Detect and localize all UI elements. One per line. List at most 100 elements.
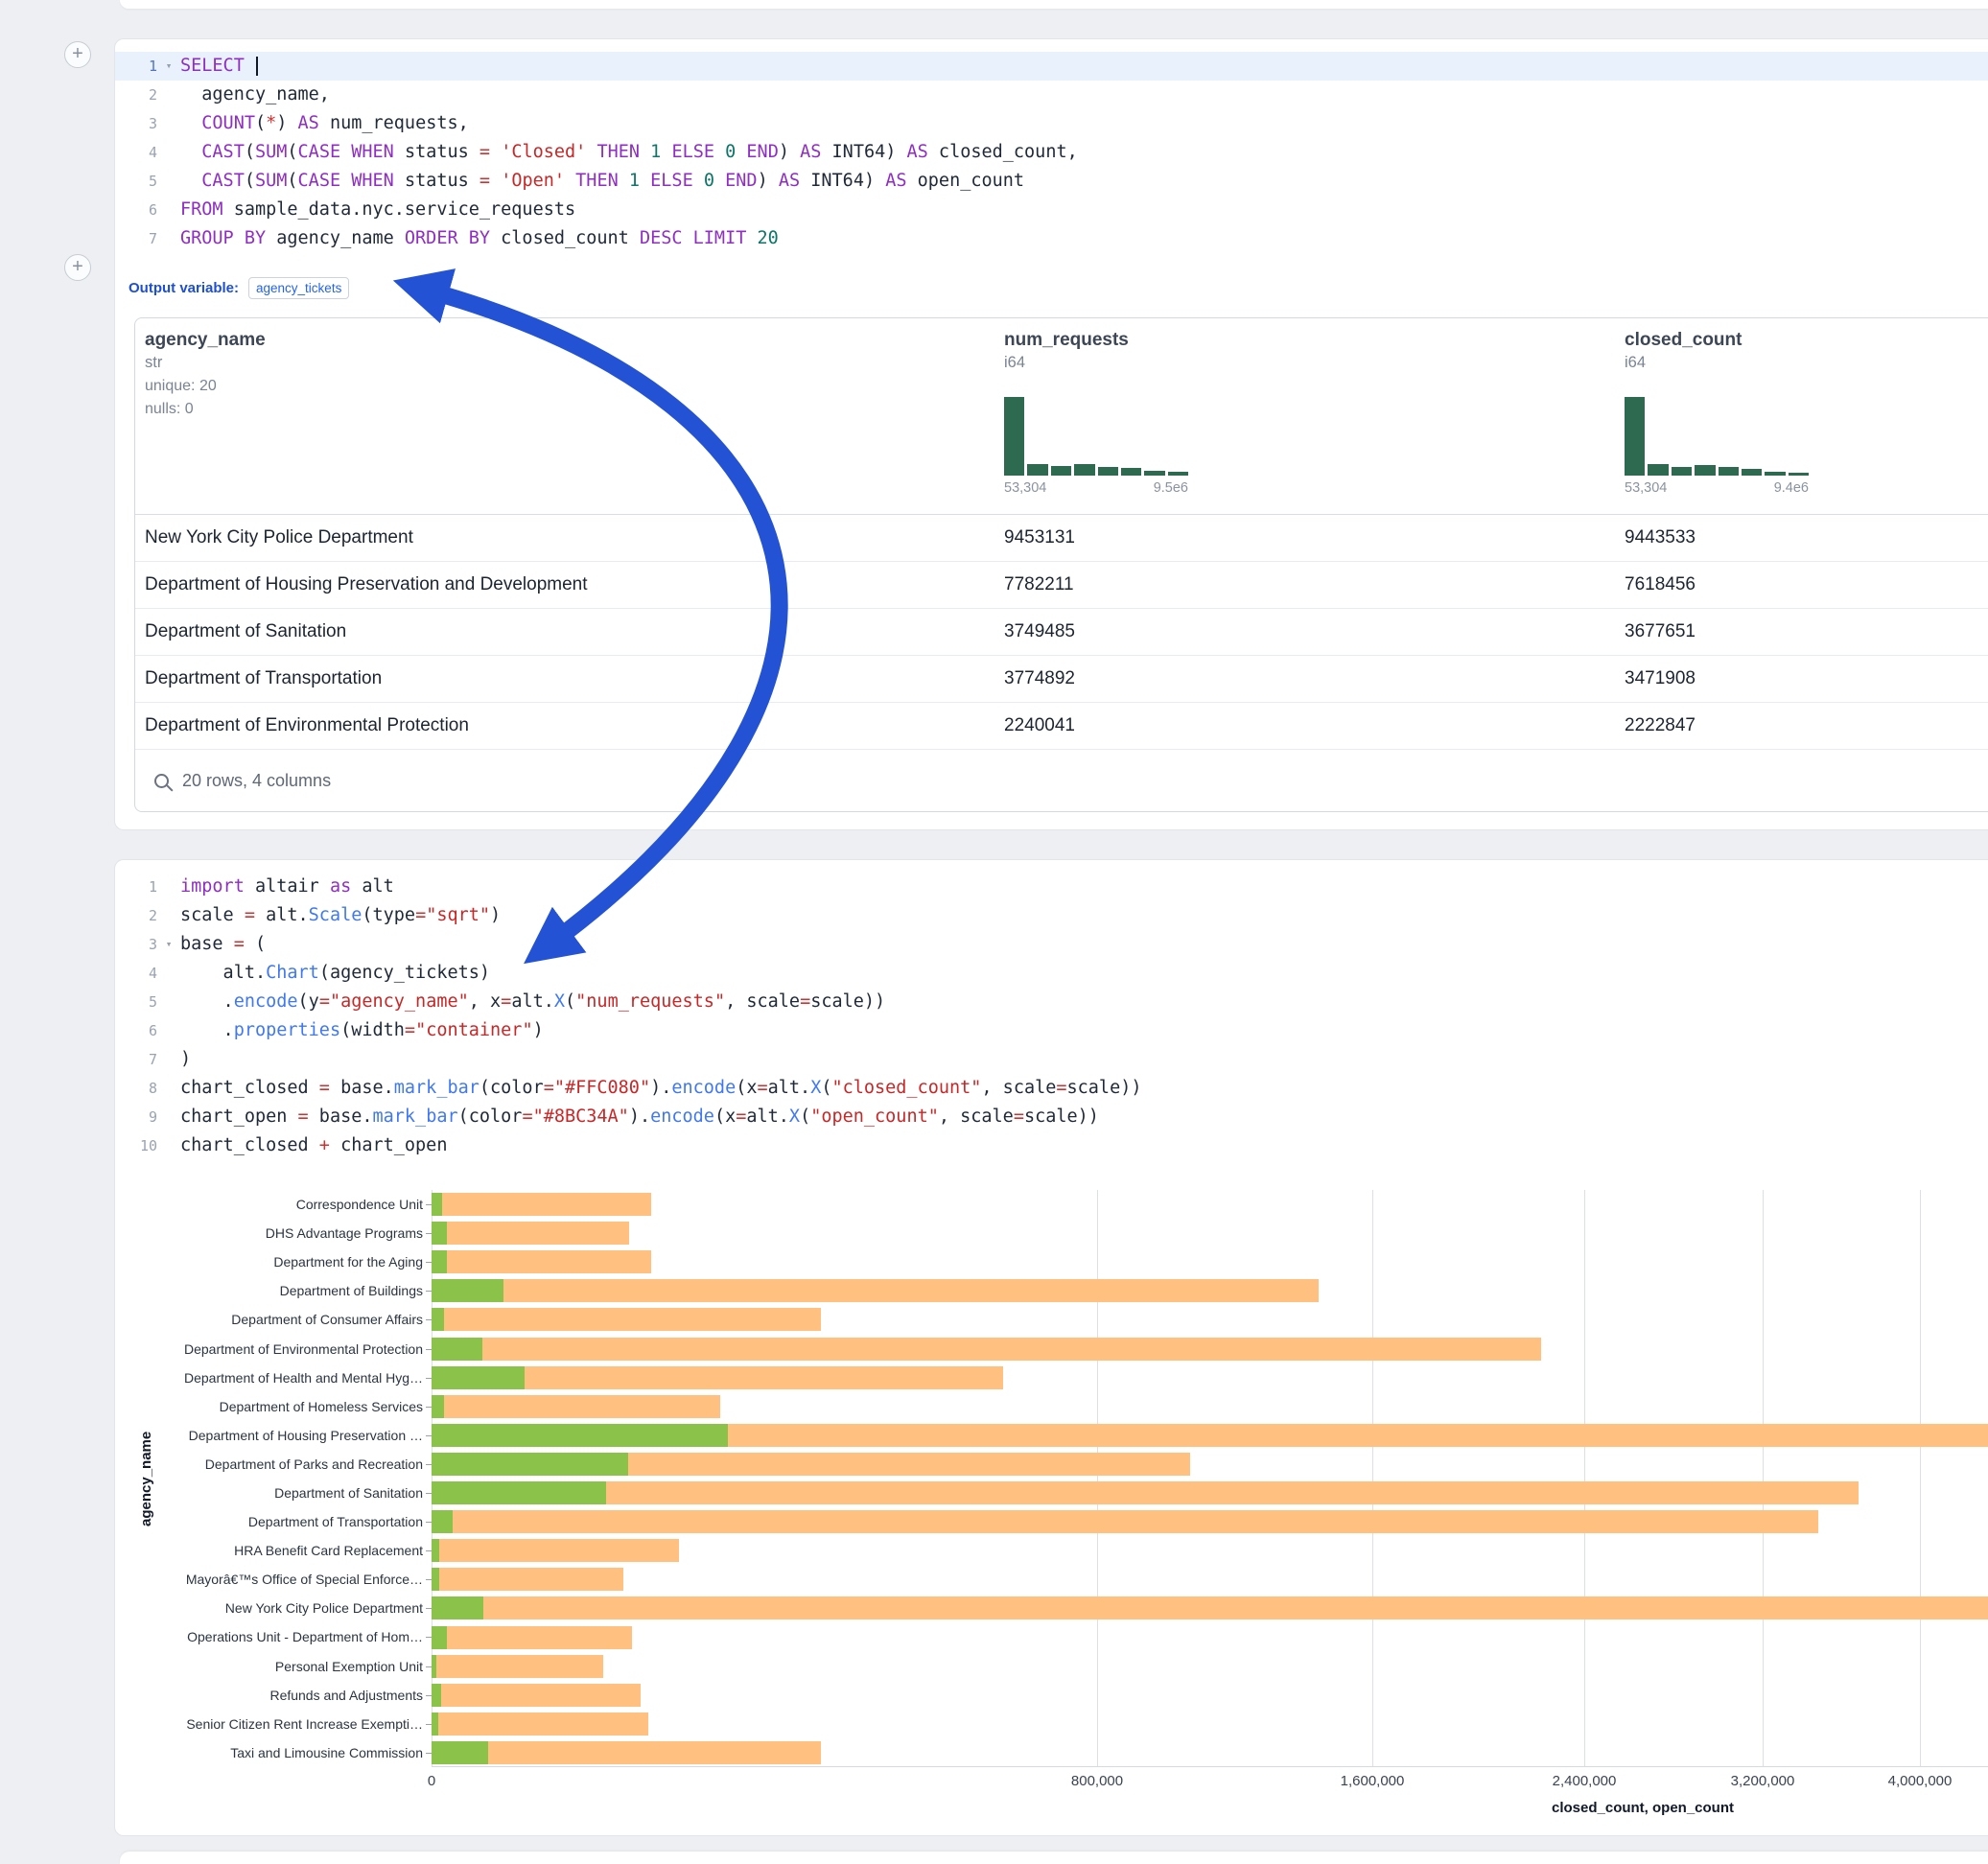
bar-closed_count[interactable] bbox=[432, 1626, 632, 1649]
chart-gridline bbox=[1097, 1190, 1098, 1766]
code-text[interactable]: scale = alt.Scale(type="sqrt") bbox=[180, 901, 1988, 930]
bar-open_count[interactable] bbox=[432, 1713, 438, 1736]
code-text[interactable]: SELECT bbox=[180, 52, 1988, 81]
bar-open_count[interactable] bbox=[432, 1510, 453, 1533]
bar-open_count[interactable] bbox=[432, 1596, 483, 1619]
code-text[interactable]: chart_closed + chart_open bbox=[180, 1131, 1988, 1160]
add-cell-button[interactable]: + bbox=[64, 41, 91, 68]
histogram-range: 53,3049.4e6 bbox=[1625, 480, 1809, 496]
bar-open_count[interactable] bbox=[432, 1193, 442, 1216]
bar-open_count[interactable] bbox=[432, 1741, 488, 1764]
histogram-bar bbox=[1765, 472, 1785, 476]
code-text[interactable]: COUNT(*) AS num_requests, bbox=[180, 109, 1988, 138]
bar-closed_count[interactable] bbox=[432, 1308, 821, 1331]
code-line[interactable]: 3▾base = ( bbox=[115, 930, 1988, 959]
code-line[interactable]: 7GROUP BY agency_name ORDER BY closed_co… bbox=[115, 224, 1988, 253]
code-text[interactable]: CAST(SUM(CASE WHEN status = 'Open' THEN … bbox=[180, 167, 1988, 196]
code-text[interactable]: ) bbox=[180, 1045, 1988, 1074]
add-cell-button[interactable]: + bbox=[64, 254, 91, 281]
code-line[interactable]: 2 agency_name, bbox=[115, 81, 1988, 109]
bar-open_count[interactable] bbox=[432, 1684, 441, 1707]
bar-open_count[interactable] bbox=[432, 1453, 628, 1476]
y-axis-label: Department of Housing Preservation … bbox=[168, 1421, 423, 1450]
bar-open_count[interactable] bbox=[432, 1250, 447, 1273]
code-line[interactable]: 4 alt.Chart(agency_tickets) bbox=[115, 959, 1988, 988]
code-line[interactable]: 3 COUNT(*) AS num_requests, bbox=[115, 109, 1988, 138]
bar-closed_count[interactable] bbox=[432, 1741, 821, 1764]
bar-open_count[interactable] bbox=[432, 1308, 444, 1331]
bar-open_count[interactable] bbox=[432, 1424, 728, 1447]
column-header-num_requests[interactable]: num_requestsi6453,3049.5e6 bbox=[1004, 330, 1188, 496]
code-text[interactable]: CAST(SUM(CASE WHEN status = 'Closed' THE… bbox=[180, 138, 1988, 167]
code-text[interactable]: chart_closed = base.mark_bar(color="#FFC… bbox=[180, 1074, 1988, 1103]
notebook-page: + + 1▾SELECT 2 agency_name,3 COUNT(*) AS… bbox=[0, 0, 1988, 1864]
code-line[interactable]: 10chart_closed + chart_open bbox=[115, 1131, 1988, 1160]
code-text[interactable]: base = ( bbox=[180, 930, 1988, 959]
code-text[interactable]: import altair as alt bbox=[180, 873, 1988, 901]
bar-open_count[interactable] bbox=[432, 1366, 525, 1389]
code-text[interactable]: .properties(width="container") bbox=[180, 1016, 1988, 1045]
table-row[interactable]: Department of Environmental Protection22… bbox=[135, 703, 1988, 750]
bar-closed_count[interactable] bbox=[432, 1539, 679, 1562]
chart-y-labels: Correspondence UnitDHS Advantage Program… bbox=[168, 1190, 423, 1767]
code-line[interactable]: 5 .encode(y="agency_name", x=alt.X("num_… bbox=[115, 988, 1988, 1016]
sql-editor[interactable]: 1▾SELECT 2 agency_name,3 COUNT(*) AS num… bbox=[115, 39, 1988, 253]
bar-closed_count[interactable] bbox=[432, 1568, 623, 1591]
gutter-spacer bbox=[157, 167, 180, 196]
code-text[interactable]: FROM sample_data.nyc.service_requests bbox=[180, 196, 1988, 224]
bar-open_count[interactable] bbox=[432, 1481, 606, 1504]
collapse-chevron-icon[interactable]: ▾ bbox=[157, 52, 180, 81]
previous-cell-edge bbox=[120, 0, 1988, 9]
table-row[interactable]: Department of Sanitation37494853677651 bbox=[135, 609, 1988, 656]
bar-open_count[interactable] bbox=[432, 1539, 439, 1562]
code-line[interactable]: 7) bbox=[115, 1045, 1988, 1074]
code-text[interactable]: .encode(y="agency_name", x=alt.X("num_re… bbox=[180, 988, 1988, 1016]
bar-closed_count[interactable] bbox=[432, 1222, 629, 1245]
histogram-min: 53,304 bbox=[1625, 480, 1667, 496]
code-text[interactable]: GROUP BY agency_name ORDER BY closed_cou… bbox=[180, 224, 1988, 253]
gutter-spacer bbox=[157, 873, 180, 901]
search-icon[interactable] bbox=[154, 774, 169, 788]
bar-closed_count[interactable] bbox=[432, 1250, 651, 1273]
column-header-closed_count[interactable]: closed_counti6453,3049.4e6 bbox=[1625, 330, 1809, 496]
histogram-max: 9.5e6 bbox=[1154, 480, 1188, 496]
column-header-agency_name[interactable]: agency_namestrunique: 20nulls: 0 bbox=[145, 330, 266, 418]
python-editor[interactable]: 1import altair as alt2scale = alt.Scale(… bbox=[115, 860, 1988, 1160]
bar-closed_count[interactable] bbox=[432, 1596, 1988, 1619]
code-line[interactable]: 9chart_open = base.mark_bar(color="#8BC3… bbox=[115, 1103, 1988, 1131]
code-text[interactable]: chart_open = base.mark_bar(color="#8BC34… bbox=[180, 1103, 1988, 1131]
output-variable-chip[interactable]: agency_tickets bbox=[248, 277, 349, 299]
bar-open_count[interactable] bbox=[432, 1338, 482, 1361]
bar-open_count[interactable] bbox=[432, 1568, 439, 1591]
bar-closed_count[interactable] bbox=[432, 1510, 1818, 1533]
y-axis-label: Department for the Aging bbox=[168, 1247, 423, 1276]
bar-closed_count[interactable] bbox=[432, 1481, 1859, 1504]
bar-open_count[interactable] bbox=[432, 1626, 447, 1649]
bar-open_count[interactable] bbox=[432, 1222, 447, 1245]
bar-open_count[interactable] bbox=[432, 1655, 436, 1678]
bar-closed_count[interactable] bbox=[432, 1193, 651, 1216]
code-line[interactable]: 8chart_closed = base.mark_bar(color="#FF… bbox=[115, 1074, 1988, 1103]
bar-closed_count[interactable] bbox=[432, 1684, 641, 1707]
bar-closed_count[interactable] bbox=[432, 1395, 720, 1418]
bar-closed_count[interactable] bbox=[432, 1655, 603, 1678]
bar-closed_count[interactable] bbox=[432, 1713, 648, 1736]
bar-open_count[interactable] bbox=[432, 1395, 444, 1418]
code-line[interactable]: 6FROM sample_data.nyc.service_requests bbox=[115, 196, 1988, 224]
bar-closed_count[interactable] bbox=[432, 1338, 1541, 1361]
code-line[interactable]: 4 CAST(SUM(CASE WHEN status = 'Closed' T… bbox=[115, 138, 1988, 167]
code-line[interactable]: 1import altair as alt bbox=[115, 873, 1988, 901]
table-row[interactable]: New York City Police Department945313194… bbox=[135, 515, 1988, 562]
code-text[interactable]: alt.Chart(agency_tickets) bbox=[180, 959, 1988, 988]
table-row[interactable]: Department of Housing Preservation and D… bbox=[135, 562, 1988, 609]
code-line[interactable]: 6 .properties(width="container") bbox=[115, 1016, 1988, 1045]
chart-gridline bbox=[1920, 1190, 1921, 1766]
code-line[interactable]: 5 CAST(SUM(CASE WHEN status = 'Open' THE… bbox=[115, 167, 1988, 196]
code-text[interactable]: agency_name, bbox=[180, 81, 1988, 109]
collapse-chevron-icon[interactable]: ▾ bbox=[157, 930, 180, 959]
code-line[interactable]: 2scale = alt.Scale(type="sqrt") bbox=[115, 901, 1988, 930]
code-line[interactable]: 1▾SELECT bbox=[115, 52, 1988, 81]
bar-closed_count[interactable] bbox=[432, 1279, 1319, 1302]
table-row[interactable]: Department of Transportation377489234719… bbox=[135, 656, 1988, 703]
bar-open_count[interactable] bbox=[432, 1279, 503, 1302]
